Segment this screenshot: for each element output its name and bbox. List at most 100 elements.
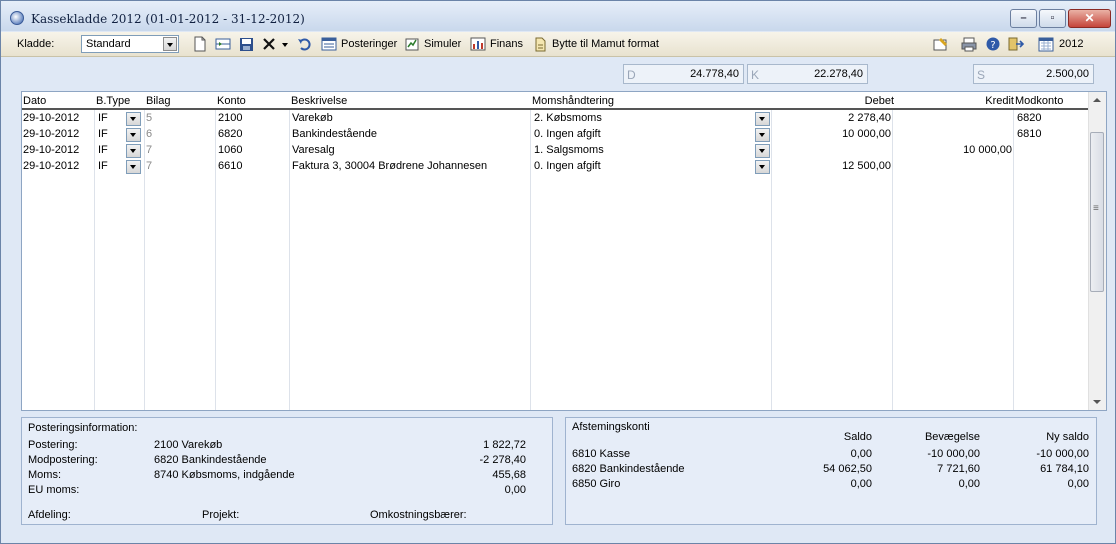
year-button[interactable]: 2012 xyxy=(1059,38,1083,50)
table-row[interactable]: 29-10-2012 IF 7 1060 Varesalg 1. Salgsmo… xyxy=(22,143,1090,159)
cell-dato[interactable]: 29-10-2012 xyxy=(23,112,79,124)
afstemning-bevaegelse: -10 000,00 xyxy=(927,448,980,460)
col-header-kredit[interactable]: Kredit xyxy=(894,95,1014,107)
cell-bilag[interactable]: 6 xyxy=(146,128,152,140)
moms-dropdown-icon[interactable] xyxy=(755,160,770,174)
maximize-button[interactable]: ▫ xyxy=(1039,9,1066,28)
cell-beskrivelse[interactable]: Varesalg xyxy=(292,144,335,156)
cell-bilag[interactable]: 7 xyxy=(146,160,152,172)
cell-dato[interactable]: 29-10-2012 xyxy=(23,128,79,140)
cell-btype[interactable]: IF xyxy=(98,144,108,156)
save-icon[interactable] xyxy=(239,36,254,52)
insert-row-icon[interactable] xyxy=(215,36,231,52)
window-title: Kassekladde 2012 (01-01-2012 - 31-12-201… xyxy=(31,12,305,26)
table-row[interactable]: 29-10-2012 IF 6 6820 Bankindestående 0. … xyxy=(22,127,1090,143)
col-header-debet[interactable]: Debet xyxy=(773,95,894,107)
btype-dropdown-icon[interactable] xyxy=(126,112,141,126)
moms-value: 455,68 xyxy=(492,469,526,481)
scroll-up-icon[interactable] xyxy=(1093,98,1101,102)
saldo-total-value: 2.500,00 xyxy=(1046,68,1089,80)
finans-icon[interactable] xyxy=(470,36,486,52)
print-icon[interactable] xyxy=(961,36,977,52)
finans-button[interactable]: Finans xyxy=(490,38,523,50)
simuler-icon[interactable] xyxy=(404,36,420,52)
cell-konto[interactable]: 2100 xyxy=(218,112,242,124)
cell-btype[interactable]: IF xyxy=(98,112,108,124)
cell-konto[interactable]: 6610 xyxy=(218,160,242,172)
btype-dropdown-icon[interactable] xyxy=(126,128,141,142)
cell-debet[interactable]: 12 500,00 xyxy=(773,160,891,172)
cell-moms[interactable]: 0. Ingen afgift xyxy=(534,128,601,140)
moms-dropdown-icon[interactable] xyxy=(755,112,770,126)
bytte-format-button[interactable]: Bytte til Mamut format xyxy=(552,38,659,50)
afstemingskonti-panel: Afstemingskonti Saldo Bevægelse Ny saldo… xyxy=(565,417,1097,525)
vertical-scrollbar[interactable] xyxy=(1088,92,1106,410)
omkostningsbaerer-label: Omkostningsbærer: xyxy=(370,509,467,521)
cell-kredit[interactable]: 10 000,00 xyxy=(894,144,1012,156)
kladde-label: Kladde: xyxy=(17,38,55,50)
col-header-beskrivelse[interactable]: Beskrivelse xyxy=(291,95,347,107)
cell-beskrivelse[interactable]: Bankindestående xyxy=(292,128,377,140)
cell-bilag[interactable]: 5 xyxy=(146,112,152,124)
delete-icon[interactable] xyxy=(262,36,276,52)
col-header-saldo: Saldo xyxy=(843,431,872,443)
moms-dropdown-icon[interactable] xyxy=(755,128,770,142)
afstemning-saldo: 0,00 xyxy=(850,478,872,490)
col-header-konto[interactable]: Konto xyxy=(217,95,246,107)
table-row[interactable]: 29-10-2012 IF 7 6610 Faktura 3, 30004 Br… xyxy=(22,159,1090,175)
cell-bilag[interactable]: 7 xyxy=(146,144,152,156)
posteringer-icon[interactable] xyxy=(321,36,337,52)
title-bar[interactable]: Kassekladde 2012 (01-01-2012 - 31-12-201… xyxy=(1,1,1115,31)
btype-dropdown-icon[interactable] xyxy=(126,144,141,158)
delete-dropdown-icon[interactable] xyxy=(281,36,289,52)
help-icon[interactable]: ? xyxy=(985,36,1001,52)
cell-modkonto[interactable]: 6810 xyxy=(1017,128,1041,140)
cell-debet[interactable]: 10 000,00 xyxy=(773,128,891,140)
toolbar: Kladde: Standard Posteringer Simuler Fin… xyxy=(1,32,1115,57)
simuler-button[interactable]: Simuler xyxy=(424,38,461,50)
postering-value: 1 822,72 xyxy=(483,439,526,451)
cell-btype[interactable]: IF xyxy=(98,128,108,140)
new-document-icon[interactable] xyxy=(193,36,207,52)
calendar-icon[interactable] xyxy=(1038,36,1054,52)
cell-konto[interactable]: 6820 xyxy=(218,128,242,140)
afstemning-ny-saldo: 61 784,10 xyxy=(1040,463,1089,475)
chevron-down-icon[interactable] xyxy=(163,37,177,51)
modpostering-value: -2 278,40 xyxy=(479,454,526,466)
cell-moms[interactable]: 0. Ingen afgift xyxy=(534,160,601,172)
col-header-moms[interactable]: Momshåndtering xyxy=(532,95,614,107)
scrollbar-thumb[interactable] xyxy=(1090,132,1104,292)
cell-moms[interactable]: 1. Salgsmoms xyxy=(534,144,604,156)
kredit-total-field: K 22.278,40 xyxy=(747,64,868,84)
cell-dato[interactable]: 29-10-2012 xyxy=(23,160,79,172)
posteringer-button[interactable]: Posteringer xyxy=(341,38,397,50)
btype-dropdown-icon[interactable] xyxy=(126,160,141,174)
modpostering-label: Modpostering: xyxy=(28,454,98,466)
app-window: Kassekladde 2012 (01-01-2012 - 31-12-201… xyxy=(0,0,1116,544)
table-row[interactable]: 29-10-2012 IF 5 2100 Varekøb 2. Købsmoms… xyxy=(22,111,1090,127)
col-header-bilag[interactable]: Bilag xyxy=(146,95,170,107)
properties-icon[interactable] xyxy=(933,36,949,52)
cell-beskrivelse[interactable]: Faktura 3, 30004 Brødrene Johannesen xyxy=(292,160,487,172)
minimize-button[interactable]: – xyxy=(1010,9,1037,28)
cell-debet[interactable]: 2 278,40 xyxy=(773,112,891,124)
cell-btype[interactable]: IF xyxy=(98,160,108,172)
cell-moms[interactable]: 2. Købsmoms xyxy=(534,112,602,124)
cell-konto[interactable]: 1060 xyxy=(218,144,242,156)
col-header-modkonto[interactable]: Modkonto xyxy=(1015,95,1063,107)
col-header-dato[interactable]: Dato xyxy=(23,95,46,107)
exit-icon[interactable] xyxy=(1007,36,1025,52)
close-button[interactable]: ✕ xyxy=(1068,9,1111,28)
kassekladde-grid[interactable]: Dato B.Type Bilag Konto Beskrivelse Moms… xyxy=(21,91,1107,411)
cell-modkonto[interactable]: 6820 xyxy=(1017,112,1041,124)
col-header-btype[interactable]: B.Type xyxy=(96,95,130,107)
undo-icon[interactable] xyxy=(297,36,311,52)
kladde-select[interactable]: Standard xyxy=(81,35,179,53)
cell-dato[interactable]: 29-10-2012 xyxy=(23,144,79,156)
bytte-format-icon[interactable] xyxy=(533,36,547,52)
scroll-down-icon[interactable] xyxy=(1093,400,1101,404)
cell-beskrivelse[interactable]: Varekøb xyxy=(292,112,333,124)
projekt-label: Projekt: xyxy=(202,509,240,521)
moms-dropdown-icon[interactable] xyxy=(755,144,770,158)
afstemning-bevaegelse: 7 721,60 xyxy=(937,463,980,475)
